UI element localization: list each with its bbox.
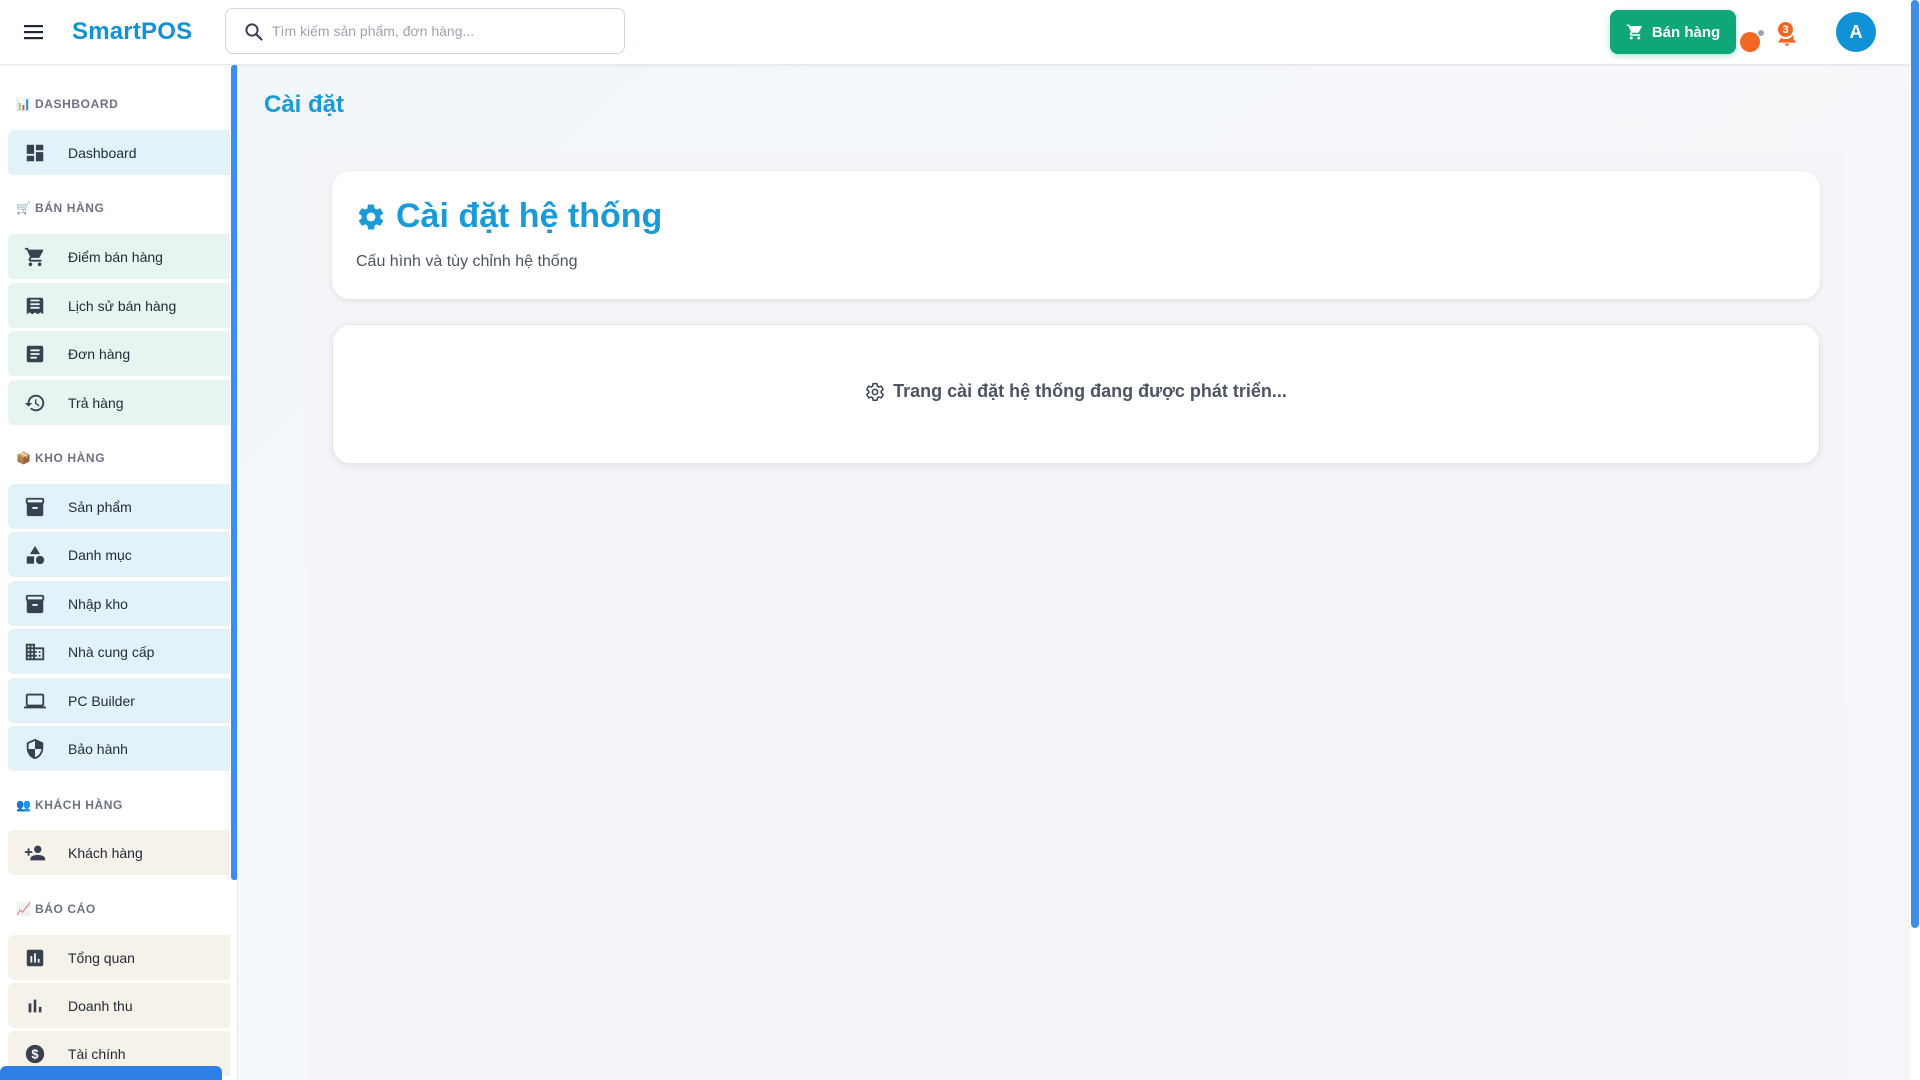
- dev-message: Trang cài đặt hệ thống đang được phát tr…: [333, 381, 1819, 402]
- list-icon: [24, 343, 46, 365]
- laptop-icon: [24, 690, 46, 712]
- sidebar-item-label: Nhập kho: [68, 595, 128, 612]
- sidebar-item-label: Khách hàng: [68, 844, 143, 861]
- sidebar-item-returns[interactable]: Trả hàng: [8, 380, 230, 425]
- search-box: [225, 8, 625, 54]
- sidebar-scrollbar[interactable]: [231, 65, 237, 880]
- sidebar-item-products[interactable]: Sản phẩm: [8, 484, 230, 529]
- sidebar-item-dashboard[interactable]: Dashboard: [8, 130, 230, 175]
- chart-up-icon: 📈: [16, 902, 32, 916]
- dashboard-icon: [24, 142, 46, 164]
- bar-chart-icon: 📊: [16, 97, 32, 111]
- card-title: Cài đặt hệ thống: [356, 197, 662, 236]
- section-title-reports: 📈 BÁO CÁO: [16, 902, 96, 916]
- section-title-sales: 🛒 BÁN HÀNG: [16, 201, 105, 215]
- section-title-customers: 👥 KHÁCH HÀNG: [16, 798, 123, 812]
- search-input[interactable]: [272, 9, 612, 53]
- sidebar-item-suppliers[interactable]: Nhà cung cấp: [8, 629, 230, 674]
- sidebar-item-pos[interactable]: Điểm bán hàng: [8, 234, 230, 279]
- sidebar-item-stock-import[interactable]: Nhập kho: [8, 581, 230, 626]
- shield-icon: [24, 738, 46, 760]
- svg-text:$: $: [31, 1047, 38, 1062]
- section-title-dashboard: 📊 DASHBOARD: [16, 97, 119, 111]
- settings-header-card: Cài đặt hệ thống Cấu hình và tùy chỉnh h…: [332, 171, 1820, 299]
- sidebar-item-orders[interactable]: Đơn hàng: [8, 331, 230, 376]
- sidebar-item-label: Sản phẩm: [68, 498, 132, 515]
- page-scrollbar-thumb[interactable]: [1911, 0, 1919, 928]
- avatar[interactable]: A: [1836, 12, 1876, 52]
- dollar-icon: $: [24, 1043, 46, 1065]
- building-icon: [24, 641, 46, 663]
- brand-logo[interactable]: SmartPOS: [72, 18, 192, 46]
- sidebar-item-label: Lịch sử bán hàng: [68, 297, 177, 314]
- under-development-card: Trang cài đặt hệ thống đang được phát tr…: [332, 324, 1820, 464]
- gear-icon: [356, 202, 386, 232]
- package-icon: 📦: [16, 451, 32, 465]
- settings-gear-icon: [865, 382, 885, 402]
- sidebar-item-pc-builder[interactable]: PC Builder: [8, 678, 230, 723]
- sidebar-item-label: Điểm bán hàng: [68, 248, 163, 265]
- people-icon: 👥: [16, 798, 32, 812]
- sell-button[interactable]: Bán hàng: [1610, 10, 1736, 54]
- section-title-warehouse: 📦 KHO HÀNG: [16, 451, 106, 465]
- sidebar-item-label: Dashboard: [68, 144, 137, 161]
- notification-badge: 3: [1776, 20, 1795, 39]
- bar-chart-icon: [24, 995, 46, 1017]
- sidebar-item-label: Trả hàng: [68, 394, 124, 411]
- sidebar: 📊 DASHBOARD Dashboard 🛒 BÁN HÀNG Điểm bá…: [0, 65, 238, 1080]
- card-subtitle: Cấu hình và tùy chỉnh hệ thống: [356, 253, 578, 270]
- cart-icon: [24, 246, 46, 268]
- sidebar-horizontal-scrollbar[interactable]: [0, 1066, 222, 1080]
- search-icon: [244, 22, 264, 42]
- archive-icon: [24, 593, 46, 615]
- page-scrollbar: [1910, 0, 1920, 1080]
- notification-bell-icon[interactable]: 3: [1772, 20, 1800, 46]
- assessment-icon: [24, 947, 46, 969]
- card-title-text: Cài đặt hệ thống: [396, 197, 663, 235]
- sidebar-item-label: PC Builder: [68, 692, 135, 709]
- sidebar-item-sales-history[interactable]: Lịch sử bán hàng: [8, 283, 230, 328]
- sidebar-item-label: Nhà cung cấp: [68, 643, 155, 660]
- sidebar-item-revenue[interactable]: Doanh thu: [8, 983, 230, 1028]
- online-status-indicator: [1740, 30, 1764, 52]
- cart-icon: [1626, 23, 1644, 41]
- history-icon: [24, 392, 46, 414]
- sidebar-item-categories[interactable]: Danh mục: [8, 532, 230, 577]
- sidebar-item-label: Tổng quan: [68, 949, 135, 966]
- sidebar-item-overview[interactable]: Tổng quan: [8, 935, 230, 980]
- category-icon: [24, 544, 46, 566]
- main-content: Cài đặt Cài đặt hệ thống Cấu hình và tùy…: [240, 65, 1910, 1080]
- sidebar-item-label: Danh mục: [68, 546, 132, 563]
- top-header: SmartPOS Bán hàng 3 A: [0, 0, 1910, 65]
- sidebar-item-label: Đơn hàng: [68, 345, 131, 362]
- shopping-cart-icon: 🛒: [16, 201, 32, 215]
- person-add-icon: [24, 842, 46, 864]
- dev-message-text: Trang cài đặt hệ thống đang được phát tr…: [893, 381, 1287, 401]
- sidebar-item-customers[interactable]: Khách hàng: [8, 830, 230, 875]
- sidebar-item-warranty[interactable]: Bảo hành: [8, 726, 230, 771]
- menu-icon[interactable]: [20, 20, 48, 44]
- sidebar-item-label: Tài chính: [68, 1045, 126, 1062]
- sell-button-label: Bán hàng: [1651, 23, 1721, 41]
- sidebar-item-label: Doanh thu: [68, 997, 133, 1014]
- sidebar-item-label: Bảo hành: [68, 740, 128, 757]
- receipt-icon: [24, 295, 46, 317]
- archive-icon: [24, 496, 46, 518]
- page-title: Cài đặt: [264, 91, 345, 118]
